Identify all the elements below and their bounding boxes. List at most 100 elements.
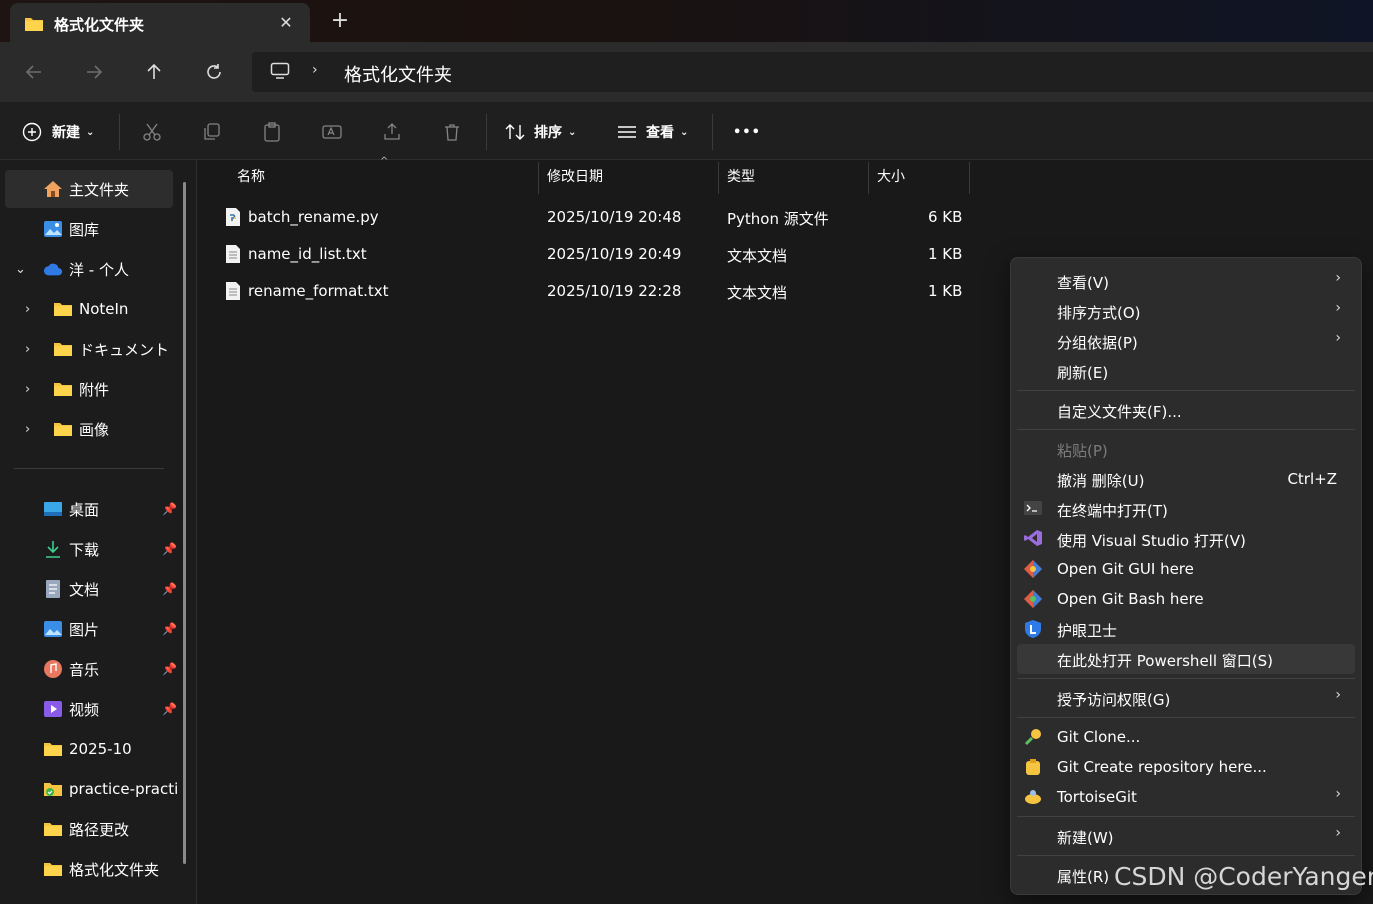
menu-item-paste[interactable]: 粘贴(P) xyxy=(1017,434,1355,464)
menu-item-undo[interactable]: 撤消 删除(U) Ctrl+Z xyxy=(1017,464,1355,494)
view-button[interactable]: 查看 ⌄ xyxy=(616,116,688,148)
sidebar-item-desktop[interactable]: 桌面 📌 xyxy=(5,490,180,528)
pin-icon[interactable]: 📌 xyxy=(162,582,177,596)
sidebar-item-home[interactable]: 主文件夹 xyxy=(5,170,173,208)
sidebar-item-practice[interactable]: practice-practi xyxy=(5,770,180,808)
more-options-icon[interactable]: ••• xyxy=(733,116,761,148)
rename-button[interactable] xyxy=(322,116,342,148)
menu-item-git-bash[interactable]: Open Git Bash here xyxy=(1017,584,1355,614)
column-header-modified[interactable]: 修改日期 xyxy=(547,160,603,194)
menu-item-group[interactable]: 分组依据(P) › xyxy=(1017,326,1355,356)
sidebar-item-videos[interactable]: 视频 📌 xyxy=(5,690,180,728)
menu-item-open-terminal[interactable]: 在终端中打开(T) xyxy=(1017,494,1355,524)
git-gui-icon xyxy=(1023,559,1045,579)
menu-item-visual-studio[interactable]: 使用 Visual Studio 打开(V) xyxy=(1017,524,1355,554)
menu-item-git-clone[interactable]: Git Clone... xyxy=(1017,722,1355,752)
column-divider[interactable] xyxy=(868,162,869,194)
menu-item-label: 自定义文件夹(F)... xyxy=(1057,403,1182,421)
menu-item-eye-guard[interactable]: 护眼卫士 xyxy=(1017,614,1355,644)
back-button[interactable] xyxy=(18,56,50,88)
chevron-down-icon[interactable]: ⌄ xyxy=(15,262,26,277)
menu-item-powershell[interactable]: 在此处打开 Powershell 窗口(S) xyxy=(1017,644,1355,674)
column-divider[interactable] xyxy=(718,162,719,194)
delete-button[interactable] xyxy=(442,116,462,148)
menu-item-label: 查看(V) xyxy=(1057,274,1109,292)
column-header-type[interactable]: 类型 xyxy=(727,160,755,194)
cut-button[interactable] xyxy=(142,116,162,148)
sidebar-item-music[interactable]: 音乐 📌 xyxy=(5,650,180,688)
divider xyxy=(486,114,487,150)
menu-item-refresh[interactable]: 刷新(E) xyxy=(1017,356,1355,386)
menu-item-customize[interactable]: 自定义文件夹(F)... xyxy=(1017,395,1355,425)
menu-item-label: 在此处打开 Powershell 窗口(S) xyxy=(1057,652,1273,670)
menu-item-git-gui[interactable]: Open Git GUI here xyxy=(1017,554,1355,584)
sidebar-item-pictures[interactable]: 图片 📌 xyxy=(5,610,180,648)
sort-button[interactable]: 排序 ⌄ xyxy=(504,116,576,148)
sidebar-item-2025-10[interactable]: 2025-10 xyxy=(5,730,180,768)
copy-button[interactable] xyxy=(202,116,222,148)
sidebar-item-documents-jp[interactable]: › ドキュメント xyxy=(5,330,173,368)
list-view-icon xyxy=(618,126,636,138)
tab-current-folder[interactable]: 格式化文件夹 ✕ xyxy=(10,3,310,43)
scissors-icon xyxy=(143,123,161,141)
pin-icon[interactable]: 📌 xyxy=(162,702,177,716)
git-folder-icon xyxy=(43,779,63,799)
git-repository-icon xyxy=(1023,757,1045,777)
menu-item-tortoisegit[interactable]: TortoiseGit › xyxy=(1017,782,1355,812)
sidebar-item-images[interactable]: › 画像 xyxy=(5,410,173,448)
chevron-right-icon[interactable]: › xyxy=(25,422,30,437)
sidebar-item-documents[interactable]: 文档 📌 xyxy=(5,570,180,608)
sidebar-item-notein[interactable]: › NoteIn xyxy=(5,290,173,328)
chevron-right-icon[interactable]: › xyxy=(25,342,30,357)
computer-icon xyxy=(270,62,290,84)
address-bar[interactable]: › 格式化文件夹 xyxy=(252,52,1373,92)
breadcrumb-chevron-icon[interactable]: › xyxy=(312,62,318,78)
menu-item-new[interactable]: 新建(W) › xyxy=(1017,821,1355,851)
chevron-right-icon[interactable]: › xyxy=(25,382,30,397)
pin-icon[interactable]: 📌 xyxy=(162,502,177,516)
file-size: 1 KB xyxy=(928,245,963,263)
sidebar-item-downloads[interactable]: 下载 📌 xyxy=(5,530,180,568)
column-divider[interactable] xyxy=(538,162,539,194)
menu-item-grant-access[interactable]: 授予访问权限(G) › xyxy=(1017,683,1355,713)
chevron-right-icon[interactable]: › xyxy=(25,302,30,317)
forward-button[interactable] xyxy=(78,56,110,88)
menu-item-label: 粘贴(P) xyxy=(1057,442,1108,460)
sidebar-item-onedrive[interactable]: ⌄ 洋 - 个人 xyxy=(5,250,173,288)
sidebar-item-label: 图库 xyxy=(69,220,100,239)
sidebar-item-gallery[interactable]: 图库 xyxy=(5,210,173,248)
navigation-pane: 主文件夹 图库 ⌄ 洋 - 个人 › NoteIn › ドキュメント › 附件 … xyxy=(0,160,197,904)
table-row[interactable]: rename_format.txt 2025/10/19 22:28 文本文档 … xyxy=(218,273,978,309)
column-header-size[interactable]: 大小 xyxy=(877,160,905,194)
folder-icon xyxy=(43,739,63,759)
visual-studio-icon xyxy=(1023,529,1045,549)
sidebar-item-path-change[interactable]: 路径更改 xyxy=(5,810,180,848)
new-tab-button[interactable]: + xyxy=(326,8,354,36)
up-button[interactable] xyxy=(138,56,170,88)
pin-icon[interactable]: 📌 xyxy=(162,622,177,636)
menu-item-sort[interactable]: 排序方式(O) › xyxy=(1017,296,1355,326)
file-size: 1 KB xyxy=(928,282,963,300)
column-header-name[interactable]: 名称 xyxy=(237,160,265,194)
chevron-down-icon: ⌄ xyxy=(86,126,95,138)
folder-icon xyxy=(53,299,73,319)
column-divider[interactable] xyxy=(969,162,970,194)
menu-item-view[interactable]: 查看(V) › xyxy=(1017,266,1355,296)
sidebar-item-label: 画像 xyxy=(79,420,110,439)
refresh-button[interactable] xyxy=(198,56,230,88)
pin-icon[interactable]: 📌 xyxy=(162,542,177,556)
video-icon xyxy=(43,699,63,719)
table-row[interactable]: batch_rename.py 2025/10/19 20:48 Python … xyxy=(218,199,978,235)
pin-icon[interactable]: 📌 xyxy=(162,662,177,676)
sidebar-item-attachments[interactable]: › 附件 xyxy=(5,370,173,408)
sidebar-scrollbar[interactable] xyxy=(183,182,186,864)
paste-button[interactable] xyxy=(262,116,282,148)
sidebar-item-format-folder[interactable]: 格式化文件夹 xyxy=(5,850,180,888)
cloud-icon xyxy=(43,259,63,279)
new-button[interactable]: 新建 ⌄ xyxy=(22,116,94,148)
table-row[interactable]: name_id_list.txt 2025/10/19 20:49 文本文档 1… xyxy=(218,236,978,272)
breadcrumb-current[interactable]: 格式化文件夹 xyxy=(344,61,452,87)
close-tab-icon[interactable]: ✕ xyxy=(274,11,298,35)
share-button[interactable] xyxy=(382,116,402,148)
menu-item-git-create[interactable]: Git Create repository here... xyxy=(1017,752,1355,782)
